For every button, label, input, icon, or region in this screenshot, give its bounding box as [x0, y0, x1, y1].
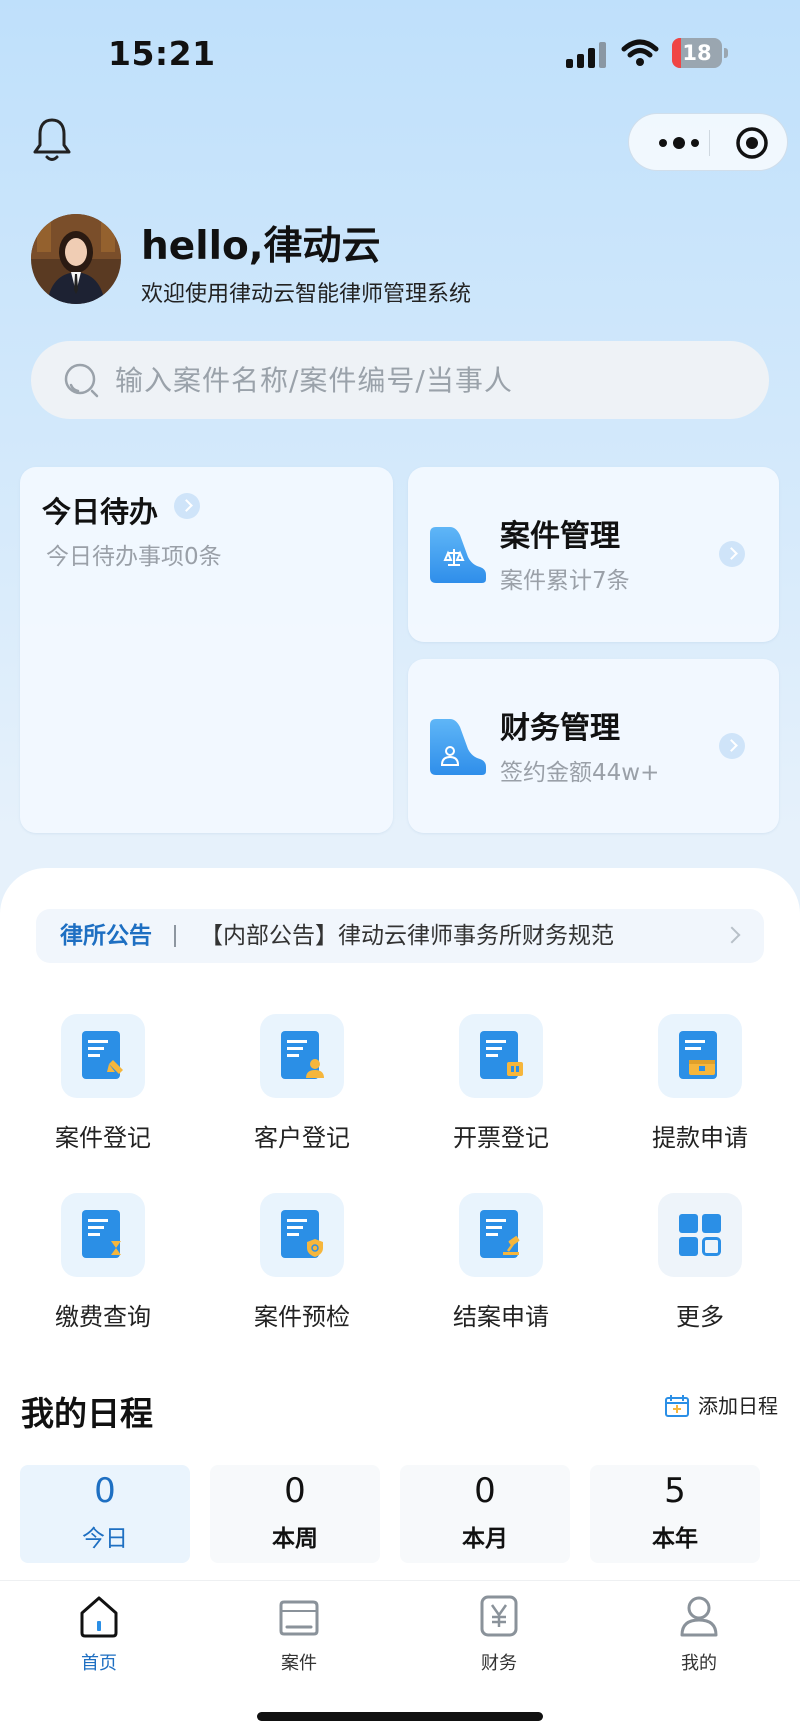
grid-label: 更多 — [676, 1303, 724, 1331]
announcement-tag: 律所公告 — [60, 923, 152, 949]
grid-label: 缴费查询 — [55, 1303, 151, 1331]
divider — [174, 925, 176, 947]
bell-icon[interactable] — [30, 116, 74, 164]
scales-icon — [430, 527, 486, 583]
doc-invoice-icon — [480, 1031, 523, 1079]
avatar[interactable] — [31, 214, 121, 304]
search-bar[interactable] — [31, 341, 769, 419]
search-input[interactable] — [115, 341, 735, 419]
todo-title: 今日待办 — [42, 495, 159, 529]
chevron-right-icon — [174, 493, 200, 519]
yen-icon — [480, 1595, 518, 1637]
home-indicator — [257, 1712, 543, 1721]
finance-person-icon — [430, 719, 486, 775]
tab-label: 案件 — [281, 1653, 317, 1674]
grid-label: 提款申请 — [652, 1124, 748, 1152]
doc-gavel-icon — [480, 1210, 520, 1258]
stat-today[interactable]: 0 今日 — [20, 1465, 190, 1563]
grid-label: 案件登记 — [55, 1124, 151, 1152]
grid-item-closing-request[interactable]: 结案申请 — [419, 1193, 579, 1343]
grid-item-case-register[interactable]: 案件登记 — [21, 1014, 181, 1164]
status-bar: 15:21 18 — [0, 0, 800, 100]
grid-item-client-register[interactable]: 客户登记 — [220, 1014, 380, 1164]
tab-bar: 首页 案件 财务 我的 — [0, 1580, 800, 1734]
chevron-right-icon — [719, 541, 745, 567]
welcome-text: 欢迎使用律动云智能律师管理系统 — [141, 282, 472, 307]
stat-label: 本年 — [652, 1526, 698, 1552]
case-management-card[interactable]: 案件管理 案件累计7条 — [408, 467, 779, 642]
add-schedule-label: 添加日程 — [698, 1394, 778, 1418]
grid-item-invoice-register[interactable]: 开票登记 — [419, 1014, 579, 1164]
stat-month[interactable]: 0 本月 — [400, 1465, 570, 1563]
battery-icon: 18 — [672, 38, 728, 68]
stat-label: 今日 — [82, 1526, 128, 1552]
finance-management-card[interactable]: 财务管理 签约金额44w+ — [408, 659, 779, 833]
folder-icon — [279, 1600, 319, 1636]
grid-label: 开票登记 — [453, 1124, 549, 1152]
more-grid-icon — [679, 1214, 721, 1256]
more-dots-icon[interactable] — [651, 114, 707, 172]
schedule-title: 我的日程 — [21, 1394, 153, 1433]
doc-person-icon — [281, 1031, 324, 1079]
calendar-add-icon — [665, 1395, 689, 1417]
case-management-title: 案件管理 — [500, 519, 620, 554]
doc-wallet-icon — [679, 1031, 717, 1079]
greeting-title: hello,律动云 — [141, 224, 381, 269]
tab-label: 财务 — [481, 1653, 517, 1674]
tab-finance[interactable]: 财务 — [439, 1593, 559, 1683]
status-time: 15:21 — [108, 34, 216, 73]
stat-label: 本周 — [272, 1526, 318, 1552]
capsule-divider — [709, 130, 710, 156]
doc-hourglass-icon — [82, 1210, 121, 1258]
chevron-right-icon — [719, 733, 745, 759]
wifi-icon — [621, 39, 659, 66]
grid-label: 案件预检 — [254, 1303, 350, 1331]
announcement-text: 【内部公告】律动云律师事务所财务规范 — [200, 923, 614, 949]
user-icon — [680, 1596, 718, 1637]
stat-value: 0 — [474, 1471, 496, 1511]
tab-label: 首页 — [81, 1653, 117, 1674]
capsule-menu — [628, 113, 788, 171]
stat-label: 本月 — [462, 1526, 508, 1552]
doc-pen-icon — [82, 1031, 123, 1079]
announcement-bar[interactable]: 律所公告 【内部公告】律动云律师事务所财务规范 — [36, 909, 764, 963]
doc-shield-icon — [281, 1210, 323, 1258]
finance-management-title: 财务管理 — [500, 711, 620, 746]
stat-value: 0 — [94, 1471, 116, 1511]
signed-amount: 签约金额44w+ — [500, 760, 660, 786]
todo-card[interactable]: 今日待办 今日待办事项0条 — [20, 467, 393, 833]
tab-home[interactable]: 首页 — [39, 1593, 159, 1683]
grid-label: 客户登记 — [254, 1124, 350, 1152]
tab-label: 我的 — [681, 1653, 717, 1674]
grid-label: 结案申请 — [453, 1303, 549, 1331]
signal-icon — [566, 42, 608, 68]
todo-count: 今日待办事项0条 — [46, 544, 222, 570]
stat-week[interactable]: 0 本周 — [210, 1465, 380, 1563]
search-icon — [64, 363, 99, 398]
grid-item-more[interactable]: 更多 — [618, 1193, 778, 1343]
grid-item-case-precheck[interactable]: 案件预检 — [220, 1193, 380, 1343]
stat-value: 0 — [284, 1471, 306, 1511]
chevron-right-icon — [723, 926, 741, 944]
close-target-icon[interactable] — [729, 114, 775, 172]
tab-mine[interactable]: 我的 — [639, 1593, 759, 1683]
stat-value: 5 — [664, 1471, 686, 1511]
grid-item-payment-query[interactable]: 缴费查询 — [21, 1193, 181, 1343]
stat-year[interactable]: 5 本年 — [590, 1465, 760, 1563]
home-icon — [80, 1596, 118, 1638]
grid-item-withdraw-request[interactable]: 提款申请 — [618, 1014, 778, 1164]
tab-cases[interactable]: 案件 — [239, 1593, 359, 1683]
case-count: 案件累计7条 — [500, 568, 630, 594]
